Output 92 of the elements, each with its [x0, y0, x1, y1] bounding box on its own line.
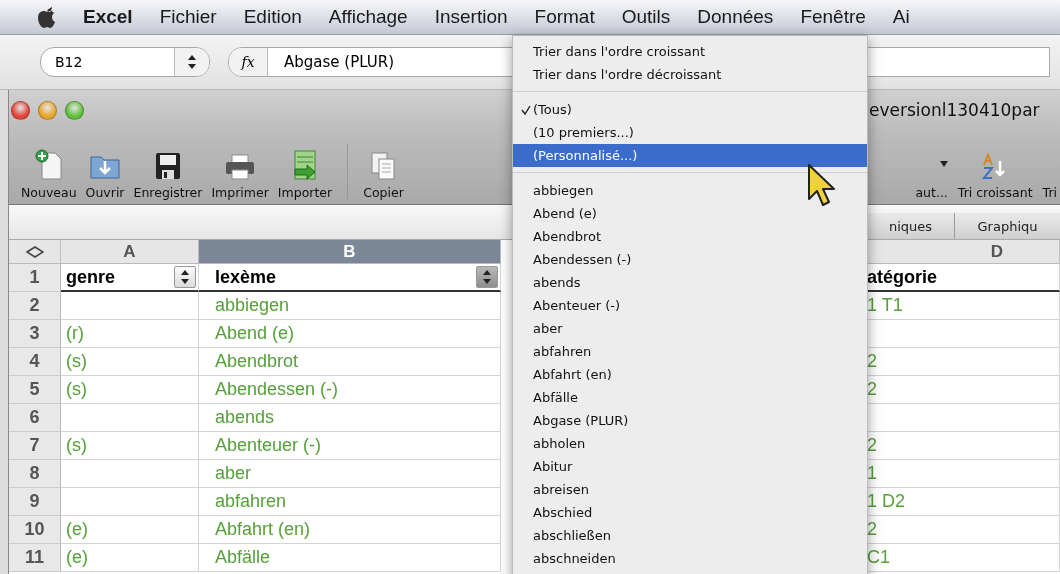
table-cell: (e)	[61, 516, 199, 544]
filter-button[interactable]	[174, 266, 196, 288]
header-cell: lexème	[199, 264, 501, 292]
header-cell: genre	[61, 264, 199, 292]
menu-item[interactable]: Fenêtre	[800, 6, 866, 28]
copy-icon	[369, 151, 398, 181]
printer-icon	[224, 153, 257, 181]
menu-option[interactable]: Abenteuer (-)	[513, 294, 867, 317]
filter-button[interactable]	[476, 266, 498, 288]
toolbar-button[interactable]: Enregistrer	[133, 151, 203, 200]
row-number: 1	[9, 264, 61, 292]
row-number: 5	[9, 376, 61, 404]
menu-option[interactable]: abbiegen	[513, 179, 867, 202]
column-header[interactable]: D	[865, 240, 1060, 264]
ribbon-tab[interactable]: Graphiqu	[954, 213, 1060, 239]
row-number: 8	[9, 460, 61, 488]
menu-item[interactable]: Affichage	[328, 6, 408, 28]
table-cell: abbiegen	[199, 292, 501, 320]
menu-item[interactable]: Edition	[243, 6, 302, 28]
table-cell: (r)	[61, 320, 199, 348]
menu-item[interactable]: Insertion	[434, 6, 508, 28]
menu-item[interactable]: Excel	[83, 6, 133, 28]
menu-option[interactable]: Abfälle	[513, 386, 867, 409]
toolbar-button[interactable]: Tri croissant	[957, 153, 1033, 200]
menu-option[interactable]: (Tous)	[513, 98, 867, 121]
caret-icon	[939, 161, 948, 167]
menu-item[interactable]: Outils	[621, 6, 671, 28]
menu-option[interactable]: abschneiden	[513, 547, 867, 570]
sort-arrows-icon	[187, 55, 197, 69]
menu-option[interactable]: abends	[513, 271, 867, 294]
close-button[interactable]	[11, 100, 30, 120]
new-document-icon	[33, 149, 64, 181]
toolbar-button[interactable]: Imprimer	[211, 153, 269, 200]
table-cell: Abendbrot	[199, 348, 501, 376]
column-header[interactable]: A	[61, 240, 199, 264]
menu-option[interactable]: Abendbrot	[513, 225, 867, 248]
menu-option[interactable]: Trier dans l'ordre croissant	[513, 40, 867, 63]
sort-arrows-icon	[482, 270, 492, 284]
table-cell: Abendessen (-)	[199, 376, 501, 404]
table-cell: Abfälle	[199, 544, 501, 572]
ribbon-tab[interactable]: niques	[866, 213, 954, 239]
menu-option[interactable]: abholen	[513, 432, 867, 455]
table-cell: abfahren	[199, 488, 501, 516]
toolbar-button[interactable]: Copier	[363, 151, 404, 200]
toolbar-button[interactable]: aut...	[915, 161, 948, 200]
toolbar-button[interactable]: Tri	[1042, 185, 1057, 200]
row-number: 3	[9, 320, 61, 348]
row-number: 6	[9, 404, 61, 432]
table-cell: (s)	[61, 432, 199, 460]
menu-item[interactable]: Données	[697, 6, 774, 28]
apple-logo-icon[interactable]	[36, 5, 58, 29]
sort-arrows-icon	[180, 270, 190, 284]
menu-option[interactable]: (10 premiers...)	[513, 121, 867, 144]
select-all-icon[interactable]	[25, 245, 44, 258]
name-box[interactable]: B12	[40, 47, 210, 77]
table-cell: aber	[199, 460, 501, 488]
menu-option[interactable]: abfahren	[513, 340, 867, 363]
row-number: 11	[9, 544, 61, 572]
row-number: 9	[9, 488, 61, 516]
menu-option[interactable]: Abendessen (-)	[513, 248, 867, 271]
menu-option[interactable]: Abfahrt (en)	[513, 363, 867, 386]
menu-option[interactable]: Trier dans l'ordre décroissant	[513, 63, 867, 86]
table-cell: abends	[199, 404, 501, 432]
import-sheet-icon	[291, 149, 319, 181]
menu-option[interactable]: abreisen	[513, 478, 867, 501]
row-number: 4	[9, 348, 61, 376]
menu-item[interactable]: Ai	[892, 6, 910, 28]
table-cell: (e)	[61, 544, 199, 572]
menu-option[interactable]: Abschied	[513, 501, 867, 524]
toolbar-button[interactable]: Nouveau	[21, 149, 77, 200]
row-number: 7	[9, 432, 61, 460]
row-number: 2	[9, 292, 61, 320]
table-cell: (s)	[61, 376, 199, 404]
table-cell: (s)	[61, 348, 199, 376]
table-cell: Abfahrt (en)	[199, 516, 501, 544]
toolbar-button[interactable]: Ouvrir	[85, 151, 125, 200]
menu-option[interactable]: Abend (e)	[513, 202, 867, 225]
toolbar-button[interactable]: Importer	[277, 149, 333, 200]
table-cell: Abend (e)	[199, 320, 501, 348]
menu-option[interactable]: Abgase (PLUR)	[513, 409, 867, 432]
menu-item[interactable]: Format	[534, 6, 595, 28]
table-cell: Abenteuer (-)	[199, 432, 501, 460]
row-number: 10	[9, 516, 61, 544]
menu-option[interactable]: (Personnalisé...)	[513, 144, 867, 167]
column-header[interactable]: B	[199, 240, 501, 264]
menu-item[interactable]: Fichier	[159, 6, 217, 28]
window-title: eversionl130410par	[869, 100, 1040, 120]
menu-option[interactable]: aber	[513, 317, 867, 340]
minimize-button[interactable]	[38, 100, 57, 120]
menu-option[interactable]: Abitur	[513, 455, 867, 478]
menu-option[interactable]: abschließen	[513, 524, 867, 547]
zoom-button[interactable]	[65, 100, 84, 120]
